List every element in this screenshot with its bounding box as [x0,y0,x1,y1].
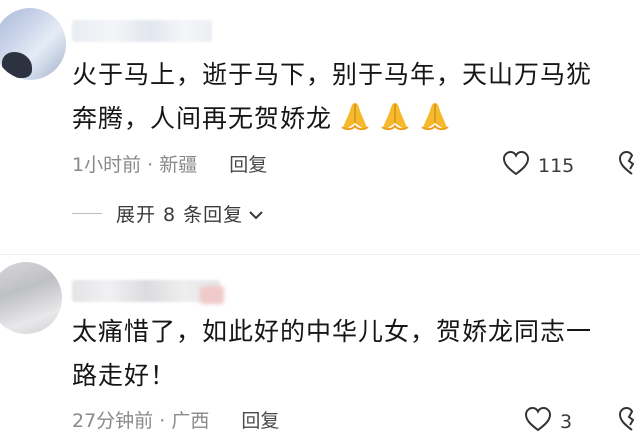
meta-separator: · [141,154,160,176]
comment-line: 奔腾，人间再无贺娇龙 [72,97,632,145]
comment-line: 火于马上，逝于马下，别于马年，天山万马犹 [72,60,593,89]
folded-hands-icon [418,101,452,145]
avatar[interactable] [0,8,66,80]
heart-icon [502,150,530,181]
comment-location: 新疆 [159,154,198,176]
folded-hands-icon [378,101,412,145]
comment-line-text: 奔腾，人间再无贺娇龙 [72,104,333,133]
broken-heart-icon [618,150,640,180]
comment-time: 1小时前 [72,154,142,176]
reply-button[interactable]: 回复 [241,410,279,432]
comment-time: 27分钟前 [72,410,154,432]
expand-replies-label: 展开 8 条回复 [116,204,244,226]
expand-line [72,213,102,214]
blurred-badge [200,286,224,304]
dislike-button[interactable] [618,150,640,180]
broken-heart-icon [618,406,640,436]
meta-separator: · [153,410,172,432]
comment-text: 火于马上，逝于马下，别于马年，天山万马犹 奔腾，人间再无贺娇龙 [72,53,632,145]
blurred-username[interactable] [72,280,220,302]
avatar[interactable] [0,262,62,334]
like-count: 115 [538,154,575,177]
chevron-down-icon [249,203,263,225]
comment-line: 太痛惜了，如此好的中华儿女，贺娇龙同志一 [72,317,593,346]
comment-meta: 27分钟前 · 广西 回复 [72,406,279,433]
comment-divider [0,254,640,255]
like-button[interactable]: 115 [502,150,574,181]
comment-text: 太痛惜了，如此好的中华儿女，贺娇龙同志一 路走好！ [72,310,632,398]
comment-meta: 1小时前 · 新疆 回复 [72,150,267,177]
like-count: 3 [560,410,573,433]
dislike-button[interactable] [618,406,640,436]
reply-button[interactable]: 回复 [229,154,267,176]
comment-location: 广西 [171,410,210,432]
folded-hands-icon [338,101,372,145]
expand-replies-button[interactable]: 展开 8 条回复 [72,200,263,227]
heart-icon [524,406,552,437]
like-button[interactable]: 3 [524,406,572,437]
blurred-username[interactable] [72,20,212,42]
comment-line: 路走好！ [72,361,177,390]
